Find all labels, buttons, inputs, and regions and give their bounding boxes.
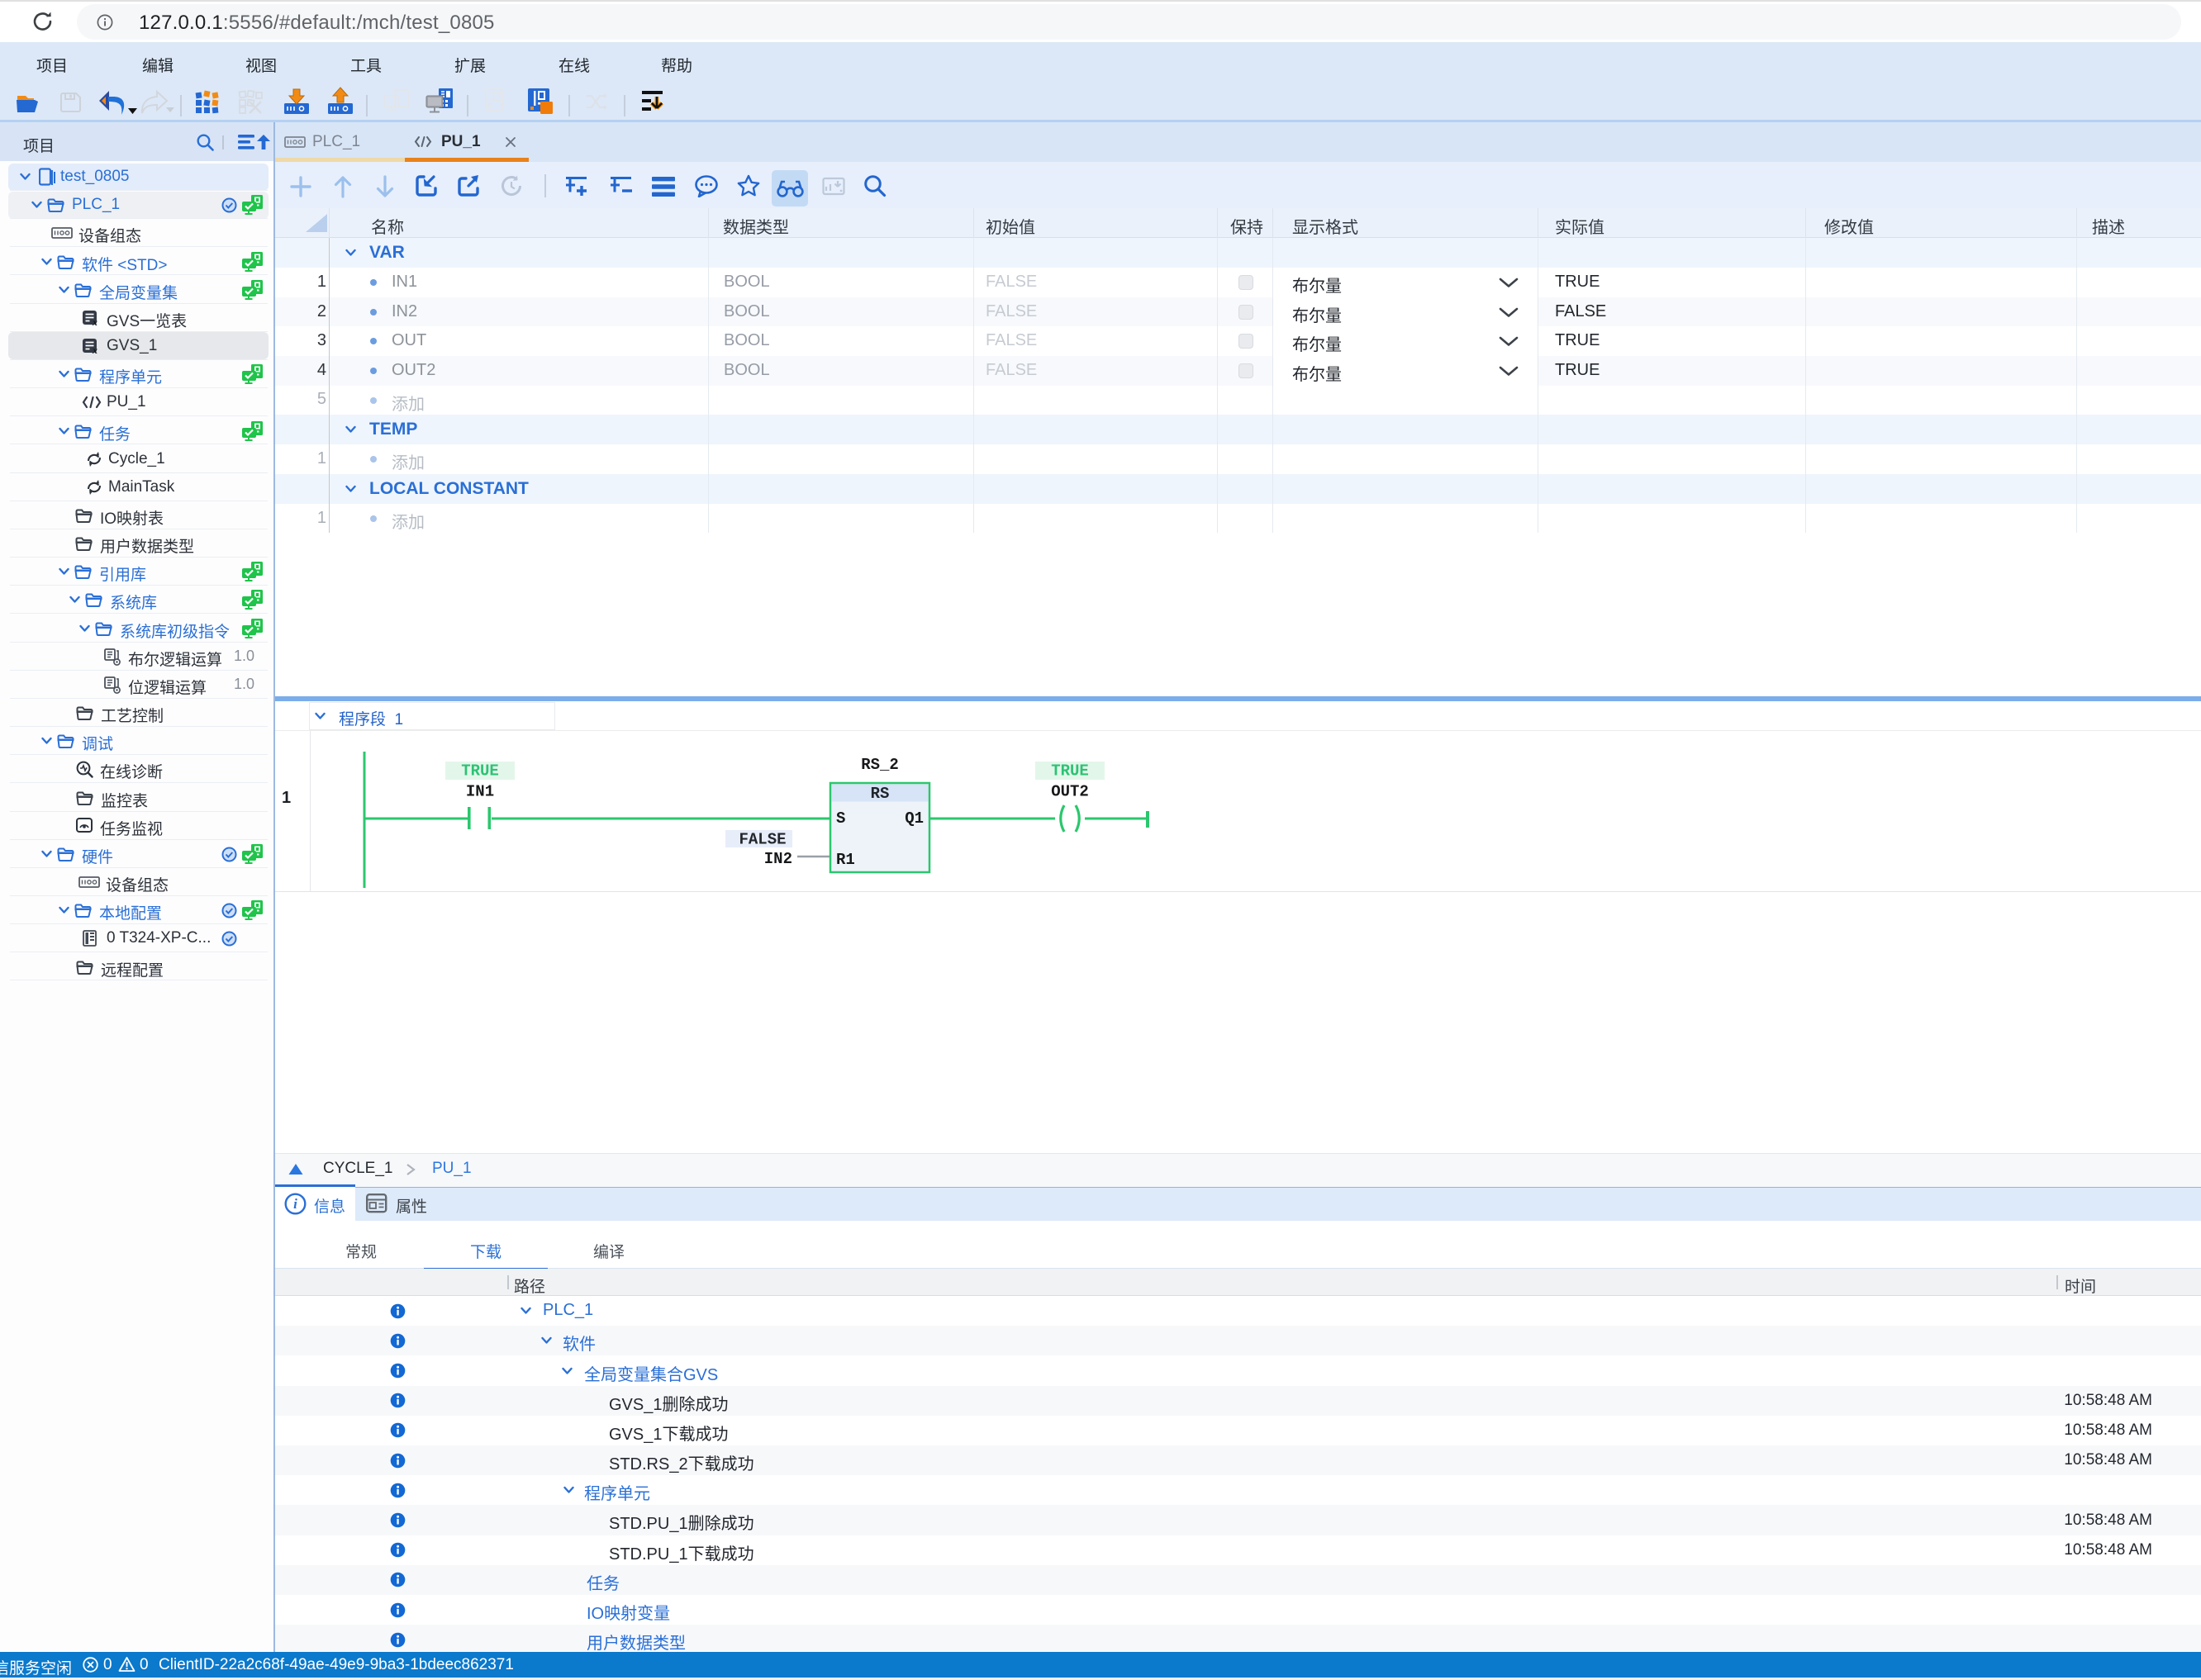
- svg-text:RS_2: RS_2: [861, 756, 899, 774]
- svg-text:RS: RS: [871, 785, 890, 803]
- svg-text:i: i: [293, 1196, 297, 1212]
- svg-text:TRUE: TRUE: [461, 762, 499, 781]
- svg-text:x: x: [92, 316, 97, 326]
- svg-text:FALSE: FALSE: [739, 831, 786, 849]
- svg-text:S: S: [836, 809, 845, 828]
- svg-text:IN2: IN2: [764, 850, 792, 868]
- svg-text:OUT2: OUT2: [1051, 783, 1089, 801]
- svg-text:TRUE: TRUE: [1051, 762, 1089, 781]
- svg-text:x: x: [92, 344, 97, 354]
- svg-text:IN1: IN1: [466, 783, 494, 801]
- svg-text:Q1: Q1: [905, 809, 924, 828]
- svg-text:R1: R1: [836, 851, 855, 869]
